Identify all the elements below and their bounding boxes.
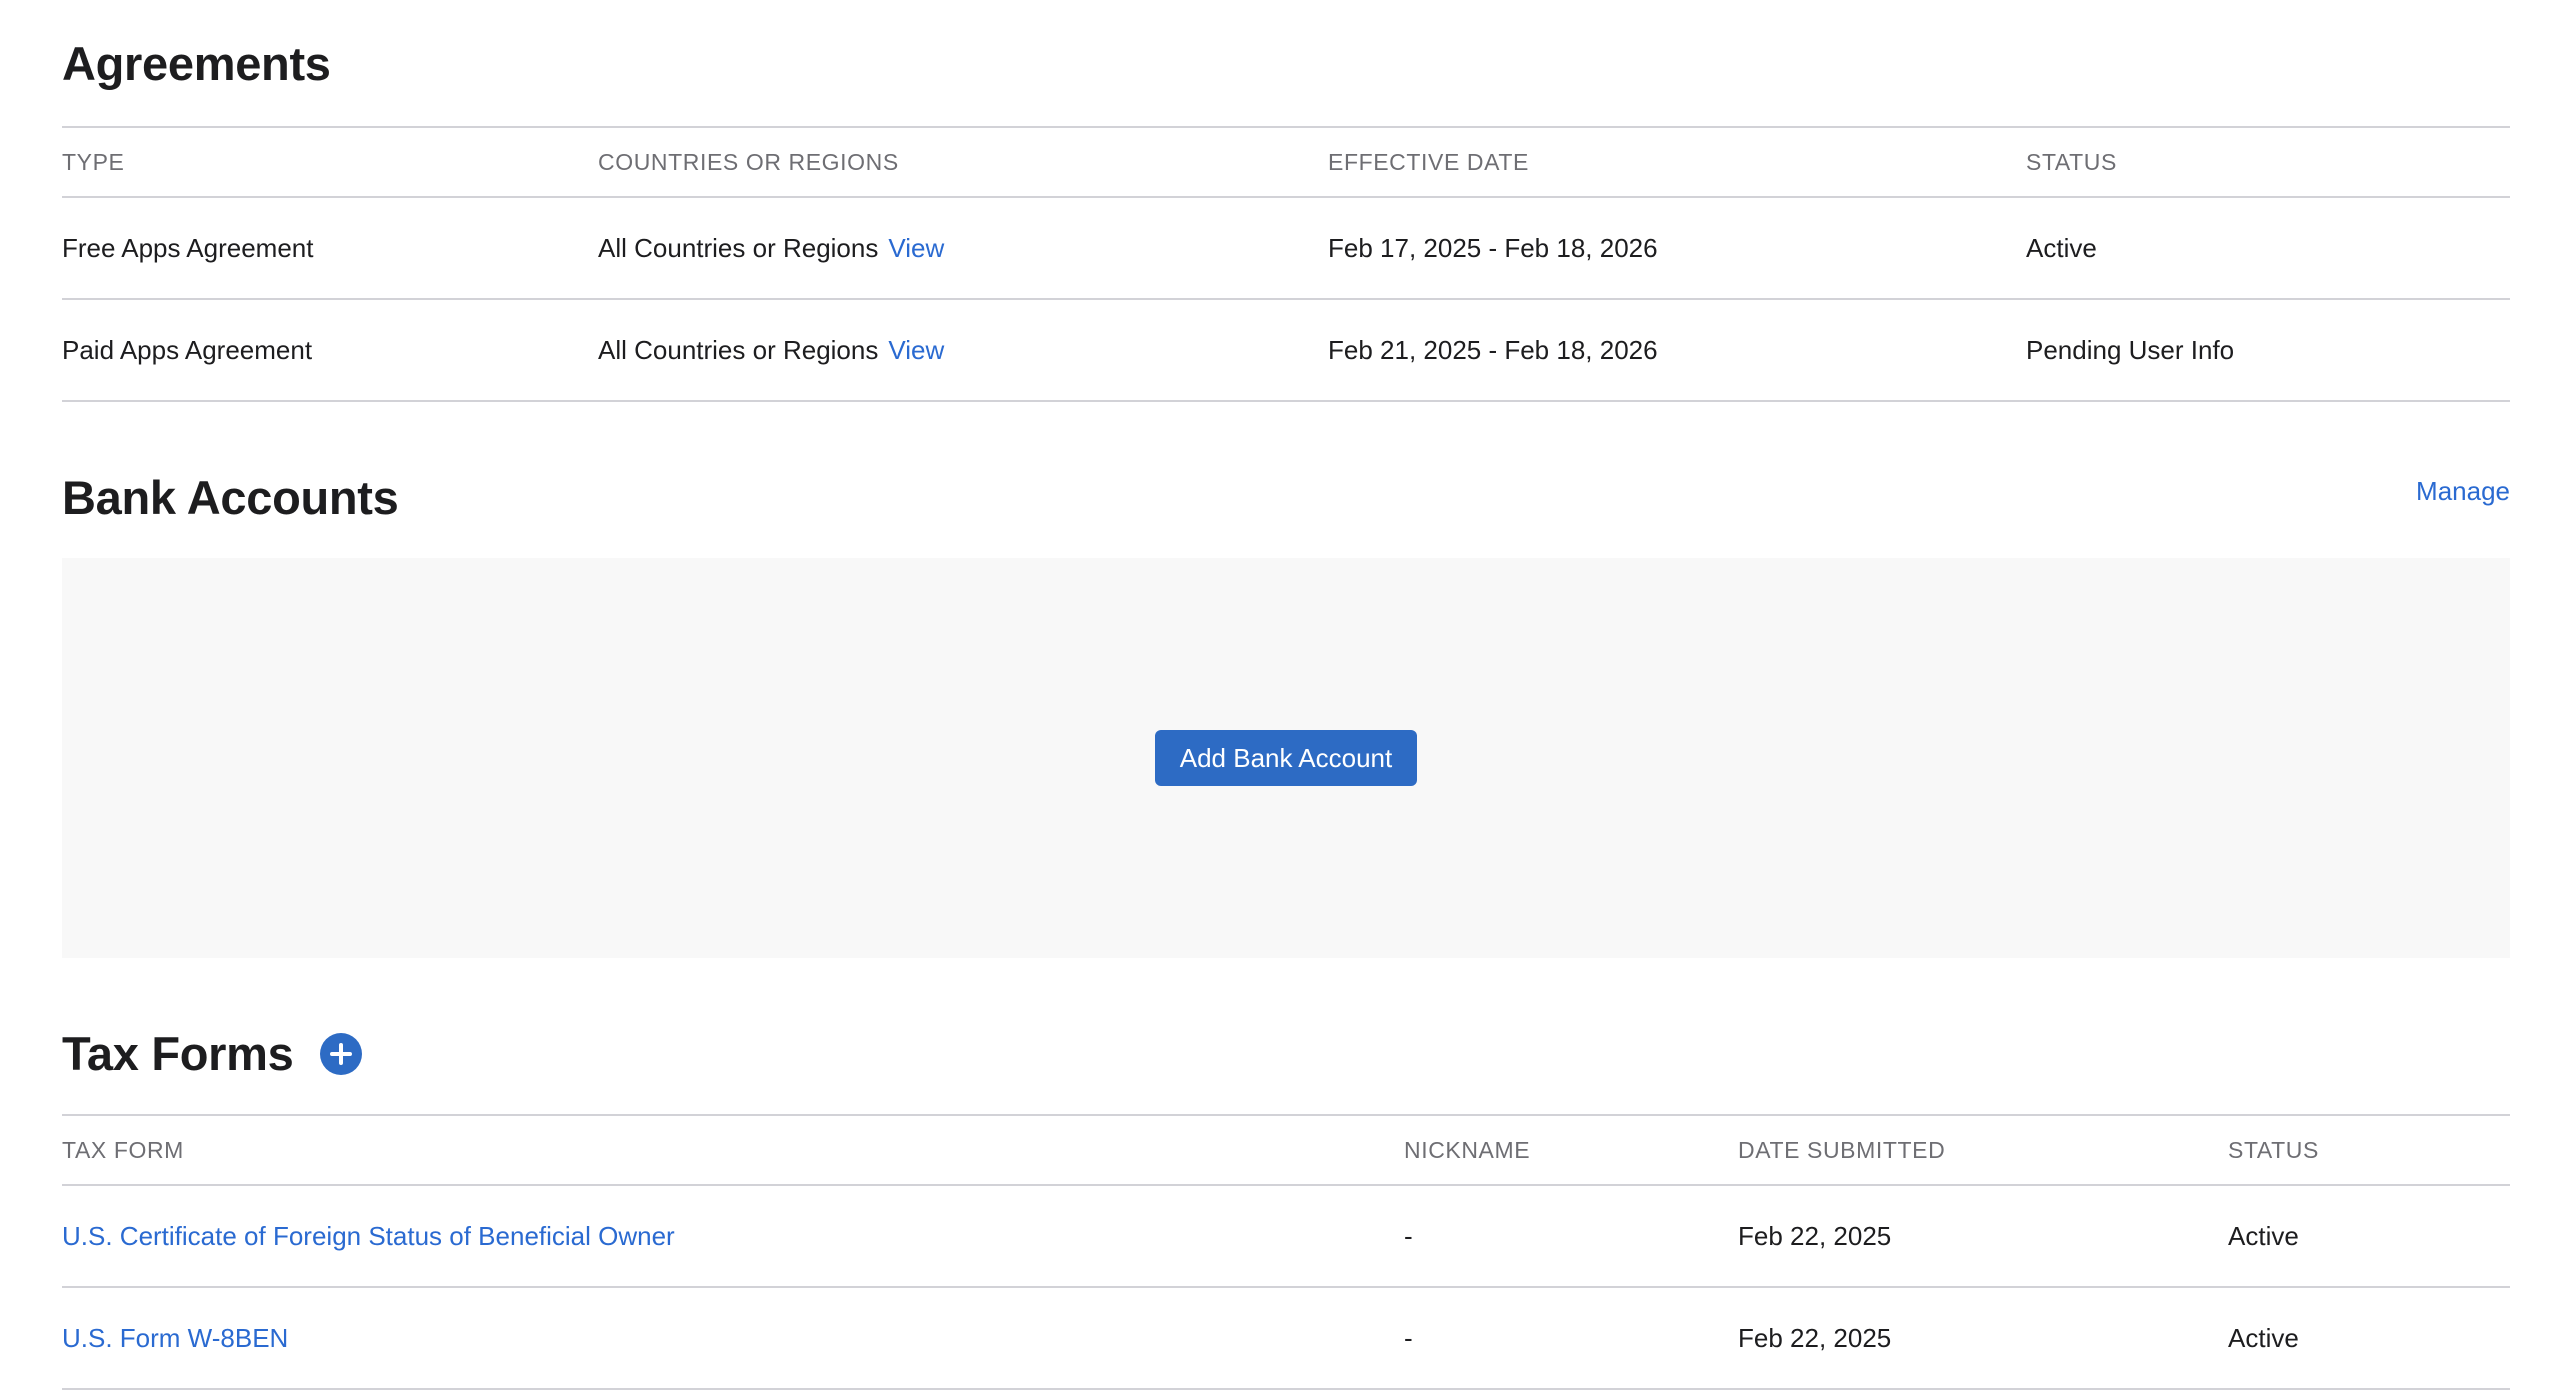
agreement-type: Paid Apps Agreement	[62, 334, 313, 365]
column-header-tax-form: TAX FORM	[62, 1136, 184, 1163]
agreements-title: Agreements	[62, 37, 331, 90]
view-countries-link[interactable]: View	[888, 335, 944, 366]
agreement-countries: All Countries or Regions View	[598, 198, 944, 298]
tax-form-status: Active	[2228, 1220, 2299, 1251]
tax-form-cell: U.S. Form W-8BEN	[62, 1288, 288, 1388]
tax-form-status: Active	[2228, 1322, 2299, 1353]
countries-text: All Countries or Regions	[598, 334, 879, 365]
agreement-countries: All Countries or Regions View	[598, 300, 944, 400]
plus-icon	[329, 1042, 352, 1065]
agreement-effective-date: Feb 21, 2025 - Feb 18, 2026	[1328, 334, 1658, 365]
agreements-table: TYPE COUNTRIES OR REGIONS EFFECTIVE DATE…	[62, 126, 2510, 402]
tax-form-date-submitted: Feb 22, 2025	[1738, 1220, 1892, 1251]
table-header-row: TAX FORM NICKNAME DATE SUBMITTED STATUS	[62, 1116, 2510, 1186]
agreement-type: Free Apps Agreement	[62, 232, 314, 263]
add-bank-account-button[interactable]: Add Bank Account	[1154, 730, 1418, 786]
tax-forms-title: Tax Forms	[62, 1027, 294, 1080]
tax-form-nickname: -	[1404, 1322, 1413, 1353]
countries-text: All Countries or Regions	[598, 232, 879, 263]
bank-accounts-section: Bank Accounts Manage	[62, 474, 2510, 521]
table-row: Free Apps Agreement All Countries or Reg…	[62, 198, 2510, 300]
column-header-status: STATUS	[2026, 148, 2117, 175]
table-row: U.S. Certificate of Foreign Status of Be…	[62, 1186, 2510, 1288]
bank-accounts-title: Bank Accounts	[62, 471, 399, 524]
table-row: Paid Apps Agreement All Countries or Reg…	[62, 300, 2510, 402]
tax-form-nickname: -	[1404, 1220, 1413, 1251]
column-header-type: TYPE	[62, 148, 125, 175]
column-header-date-submitted: DATE SUBMITTED	[1738, 1136, 1946, 1163]
view-countries-link[interactable]: View	[888, 233, 944, 264]
column-header-effective-date: EFFECTIVE DATE	[1328, 148, 1529, 175]
column-header-nickname: NICKNAME	[1404, 1136, 1531, 1163]
agreement-status: Active	[2026, 232, 2097, 263]
agreement-effective-date: Feb 17, 2025 - Feb 18, 2026	[1328, 232, 1658, 263]
tax-forms-section: Tax Forms	[62, 1030, 2510, 1077]
tax-forms-table: TAX FORM NICKNAME DATE SUBMITTED STATUS …	[62, 1114, 2510, 1390]
tax-form-date-submitted: Feb 22, 2025	[1738, 1322, 1892, 1353]
agreements-section: Agreements	[62, 40, 2510, 87]
table-header-row: TYPE COUNTRIES OR REGIONS EFFECTIVE DATE…	[62, 128, 2510, 198]
add-tax-form-button[interactable]	[319, 1032, 362, 1075]
agreement-status: Pending User Info	[2026, 334, 2235, 365]
column-header-status: STATUS	[2228, 1136, 2319, 1163]
column-header-countries: COUNTRIES OR REGIONS	[598, 148, 899, 175]
manage-link[interactable]: Manage	[2416, 476, 2510, 507]
tax-form-link[interactable]: U.S. Certificate of Foreign Status of Be…	[62, 1221, 675, 1252]
tax-form-cell: U.S. Certificate of Foreign Status of Be…	[62, 1186, 675, 1286]
tax-form-link[interactable]: U.S. Form W-8BEN	[62, 1323, 288, 1354]
bank-accounts-empty-panel: Add Bank Account	[62, 558, 2510, 958]
page: Agreements TYPE COUNTRIES OR REGIONS EFF…	[0, 0, 2552, 1396]
table-row: U.S. Form W-8BEN - Feb 22, 2025 Active	[62, 1288, 2510, 1390]
